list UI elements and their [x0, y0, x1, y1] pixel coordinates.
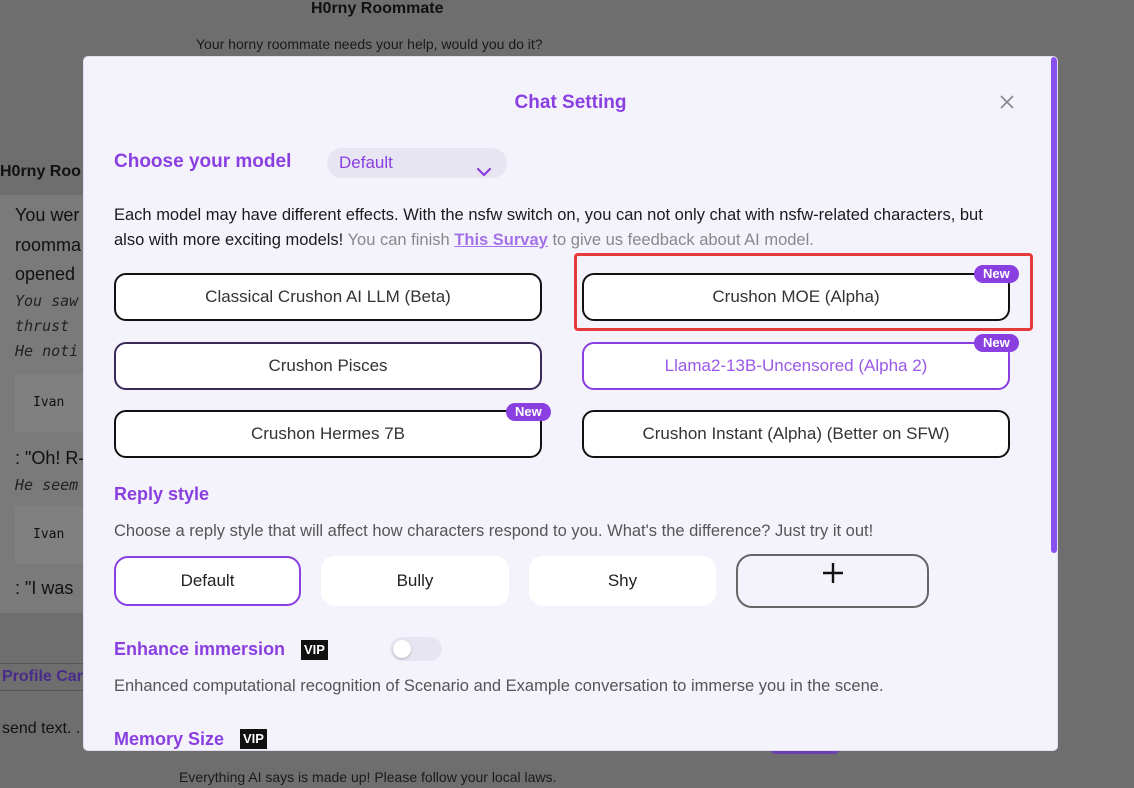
model-option-label: Crushon Pisces [268, 356, 388, 375]
plus-icon [821, 557, 845, 603]
chat-quote: : "I was [15, 578, 74, 598]
footer-disclaimer: Everything AI says is made up! Please fo… [179, 769, 557, 785]
code-speaker-name: Ivan [33, 527, 65, 542]
model-option-moe[interactable]: Crushon MOE (Alpha) [582, 273, 1010, 321]
model-info-muted: You can finish [347, 231, 450, 249]
model-option-label: Crushon Hermes 7B [250, 424, 405, 443]
reply-style-bully[interactable]: Bully [321, 556, 509, 606]
scrollbar[interactable] [1051, 57, 1057, 750]
chat-text-line: opened [15, 264, 76, 284]
model-option-classical[interactable]: Classical Crushon AI LLM (Beta) [114, 273, 542, 321]
vip-badge: VIP [301, 640, 328, 660]
chat-text-line: roomma [15, 235, 82, 255]
new-badge: New [974, 334, 1019, 352]
add-reply-style-button[interactable] [736, 554, 929, 608]
memory-size-heading: Memory Size [114, 729, 225, 749]
chat-text-line: You wer [15, 205, 80, 225]
model-option-pisces[interactable]: Crushon Pisces [114, 342, 542, 390]
narration-line: You saw [15, 292, 79, 310]
model-option-label: Crushon Instant (Alpha) (Better on SFW) [642, 424, 950, 443]
send-text-input[interactable]: send text. . [2, 720, 80, 738]
narration-line: thrust [15, 317, 70, 335]
model-info-main: Each model may have different effects. W… [114, 206, 983, 249]
new-badge: New [974, 265, 1019, 283]
model-option-label: Crushon MOE (Alpha) [712, 287, 880, 306]
model-section-heading: Choose your model [114, 151, 292, 172]
code-speaker-name: Ivan [33, 395, 65, 410]
chevron-down-icon [476, 157, 492, 187]
character-title: H0rny Roommate [311, 0, 444, 17]
model-option-instant[interactable]: Crushon Instant (Alpha) (Better on SFW) [582, 410, 1010, 458]
chat-quote: : "Oh! R- [15, 448, 85, 468]
survey-link[interactable]: This Survay [454, 231, 548, 249]
model-option-label: Classical Crushon AI LLM (Beta) [205, 287, 451, 306]
model-info-text: Each model may have different effects. W… [114, 203, 1014, 253]
immersion-description: Enhanced computational recognition of Sc… [114, 677, 884, 695]
narration-line: He noti [15, 342, 79, 360]
chat-setting-modal: Chat Setting Choose your model Default E… [84, 57, 1057, 750]
model-select[interactable]: Default [327, 148, 507, 178]
close-icon[interactable] [996, 91, 1018, 113]
reply-style-shy[interactable]: Shy [529, 556, 716, 606]
character-description: Your horny roommate needs your help, wou… [196, 36, 543, 52]
new-badge: New [506, 403, 551, 421]
vip-badge: VIP [240, 729, 267, 749]
model-info-muted-end: to give us feedback about AI model. [552, 231, 814, 249]
reply-style-heading: Reply style [114, 484, 210, 504]
narration-line: He seem [15, 476, 79, 494]
model-select-value: Default [339, 153, 393, 172]
model-option-label: Llama2-13B-Uncensored (Alpha 2) [664, 356, 928, 375]
model-option-llama2[interactable]: Llama2-13B-Uncensored (Alpha 2) [582, 342, 1010, 390]
immersion-toggle[interactable] [390, 637, 442, 661]
sidebar-character-name: H0rny Roo [0, 163, 81, 180]
reply-style-default[interactable]: Default [114, 556, 301, 606]
modal-title: Chat Setting [514, 92, 627, 113]
scrollbar-thumb[interactable] [1051, 57, 1057, 553]
model-option-hermes[interactable]: Crushon Hermes 7B [114, 410, 542, 458]
profile-card-tab[interactable]: Profile Car [0, 663, 86, 691]
reply-style-description: Choose a reply style that will affect ho… [114, 522, 874, 540]
toggle-knob [393, 640, 411, 658]
immersion-heading: Enhance immersion [114, 639, 286, 659]
